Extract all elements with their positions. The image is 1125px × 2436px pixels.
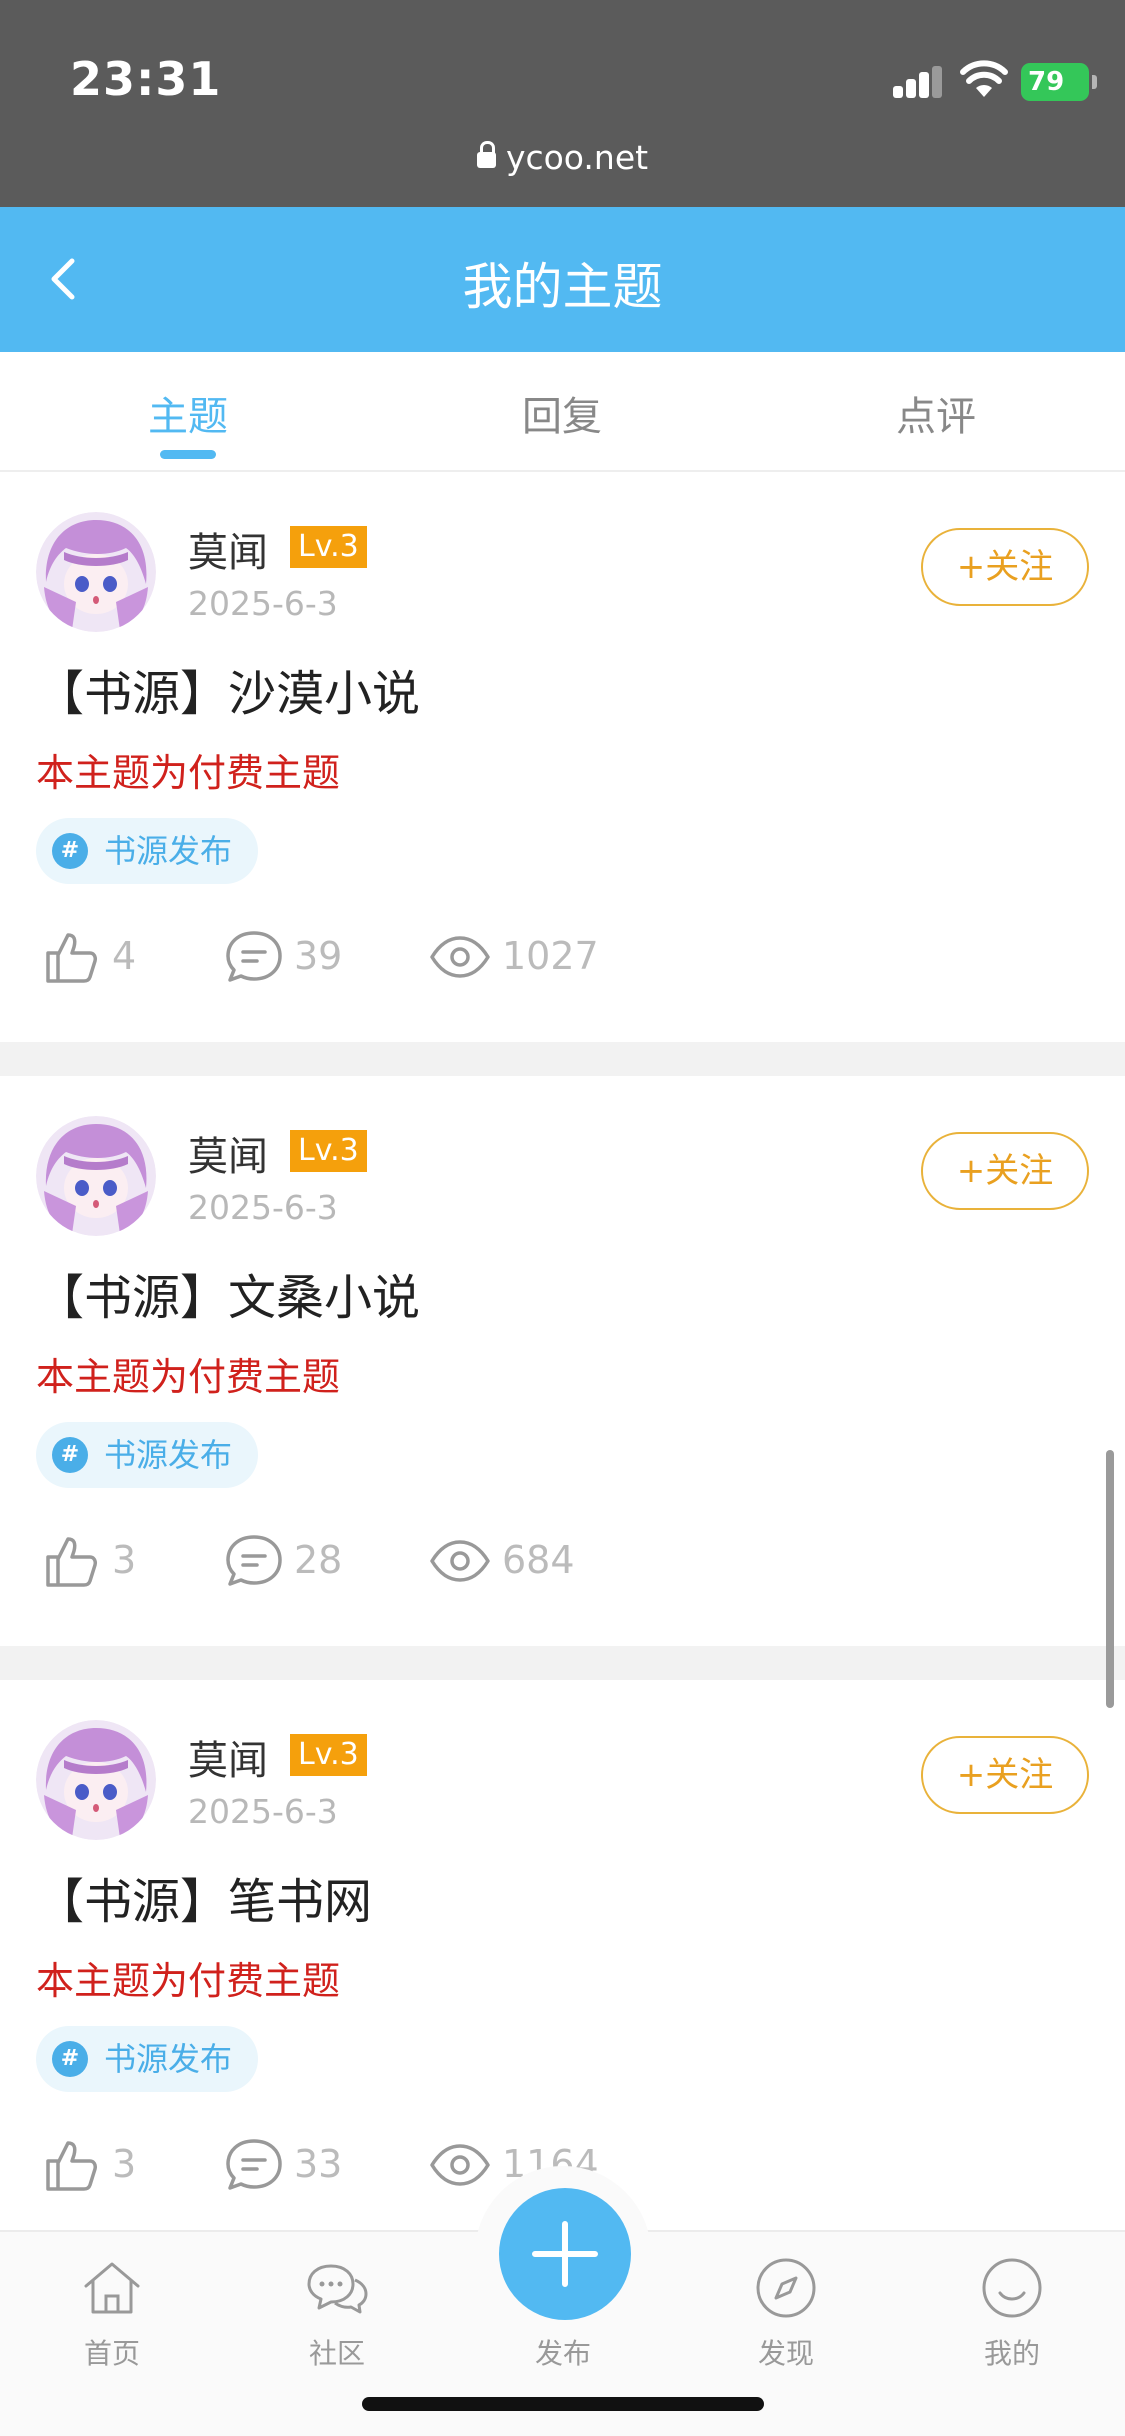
nav-label: 我的	[983, 2337, 1040, 2370]
smile-icon	[982, 2258, 1042, 2318]
nav-profile[interactable]: 我的	[942, 2256, 1082, 2372]
post-card[interactable]: 莫闻 Lv.3 2025-6-3 +关注 【书源】文桑小说 本主题为付费主题 #…	[0, 1076, 1125, 1646]
follow-button[interactable]: +关注	[921, 1132, 1089, 1210]
post-title[interactable]: 【书源】文桑小说	[36, 1258, 420, 1328]
app-header: 我的主题	[0, 207, 1125, 352]
divider	[0, 1042, 1125, 1076]
follow-button[interactable]: +关注	[921, 1736, 1089, 1814]
paid-notice: 本主题为付费主题	[36, 1355, 341, 1399]
topic-tag[interactable]: # 书源发布	[36, 1422, 259, 1488]
active-tab-indicator	[160, 450, 216, 459]
post-date: 2025-6-3	[188, 584, 338, 623]
eye-icon	[430, 936, 490, 978]
post-date: 2025-6-3	[188, 1792, 338, 1831]
nav-label: 社区	[308, 2337, 365, 2370]
scrollbar[interactable]	[1106, 1450, 1114, 1708]
like-count: 3	[112, 2142, 137, 2186]
topic-tag-label: 书源发布	[104, 2040, 233, 2078]
tab-topics[interactable]: 主题	[88, 384, 288, 442]
home-icon	[84, 2262, 140, 2314]
author-name[interactable]: 莫闻	[188, 1124, 268, 1182]
tab-reviews[interactable]: 点评	[836, 384, 1036, 442]
post-title[interactable]: 【书源】笔书网	[36, 1862, 372, 1932]
nav-community[interactable]: 社区	[267, 2256, 407, 2372]
level-badge: Lv.3	[290, 526, 367, 568]
comment-icon[interactable]	[224, 927, 284, 987]
battery-level: 79	[1028, 67, 1065, 97]
eye-icon	[430, 1540, 490, 1582]
topic-tag-label: 书源发布	[104, 1436, 233, 1474]
url-bar[interactable]: ycoo.net	[0, 138, 1125, 177]
level-badge: Lv.3	[290, 1130, 367, 1172]
post-card[interactable]: 莫闻 Lv.3 2025-6-3 +关注 【书源】沙漠小说 本主题为付费主题 #…	[0, 472, 1125, 1042]
level-badge: Lv.3	[290, 1734, 367, 1776]
hashtag-icon: #	[52, 1437, 88, 1473]
thumbs-up-icon[interactable]	[40, 1531, 100, 1591]
chat-icon	[307, 2264, 368, 2314]
page-title: 我的主题	[462, 258, 663, 316]
avatar[interactable]	[36, 1116, 156, 1236]
author-name[interactable]: 莫闻	[188, 1728, 268, 1786]
hashtag-icon: #	[52, 833, 88, 869]
plus-icon	[532, 2221, 598, 2287]
comment-count: 28	[294, 1538, 343, 1582]
author-name[interactable]: 莫闻	[188, 520, 268, 578]
paid-notice: 本主题为付费主题	[36, 1959, 341, 2003]
url-text: ycoo.net	[505, 138, 649, 177]
comment-icon[interactable]	[224, 2135, 284, 2195]
paid-notice: 本主题为付费主题	[36, 751, 341, 795]
post-date: 2025-6-3	[188, 1188, 338, 1227]
thumbs-up-icon[interactable]	[40, 927, 100, 987]
publish-label: 发布	[534, 2337, 591, 2370]
topic-tag-label: 书源发布	[104, 832, 233, 870]
lock-icon	[476, 141, 496, 168]
hashtag-icon: #	[52, 2041, 88, 2077]
tab-replies[interactable]: 回复	[462, 384, 662, 442]
topic-tag[interactable]: # 书源发布	[36, 818, 259, 884]
battery-icon: 79	[1021, 63, 1097, 101]
avatar[interactable]	[36, 1720, 156, 1840]
like-count: 3	[112, 1538, 137, 1582]
comment-count: 33	[294, 2142, 343, 2186]
comment-count: 39	[294, 934, 343, 978]
status-time: 23:31	[70, 52, 222, 106]
status-bar: 23:31 79 ycoo.net	[0, 0, 1125, 207]
topic-tag[interactable]: # 书源发布	[36, 2026, 259, 2092]
thumbs-up-icon[interactable]	[40, 2135, 100, 2195]
eye-icon	[430, 2144, 490, 2186]
follow-button[interactable]: +关注	[921, 528, 1089, 606]
like-count: 4	[112, 934, 137, 978]
view-count: 1027	[502, 934, 599, 978]
nav-label: 首页	[83, 2337, 140, 2370]
post-title[interactable]: 【书源】沙漠小说	[36, 654, 420, 724]
divider	[0, 1646, 1125, 1680]
publish-button[interactable]	[499, 2188, 631, 2320]
avatar[interactable]	[36, 512, 156, 632]
nav-home[interactable]: 首页	[42, 2256, 182, 2372]
comment-icon[interactable]	[224, 1531, 284, 1591]
nav-discover[interactable]: 发现	[716, 2256, 856, 2372]
post-card[interactable]: 莫闻 Lv.3 2025-6-3 +关注 【书源】笔书网 本主题为付费主题 # 书…	[0, 1680, 1125, 2250]
tab-bar: 主题 回复 点评	[0, 352, 1125, 472]
home-indicator	[362, 2397, 764, 2411]
nav-label: 发现	[757, 2337, 814, 2370]
view-count: 684	[502, 1538, 575, 1582]
signal-icon	[893, 66, 943, 98]
wifi-icon	[960, 60, 1008, 97]
compass-icon	[756, 2258, 816, 2318]
